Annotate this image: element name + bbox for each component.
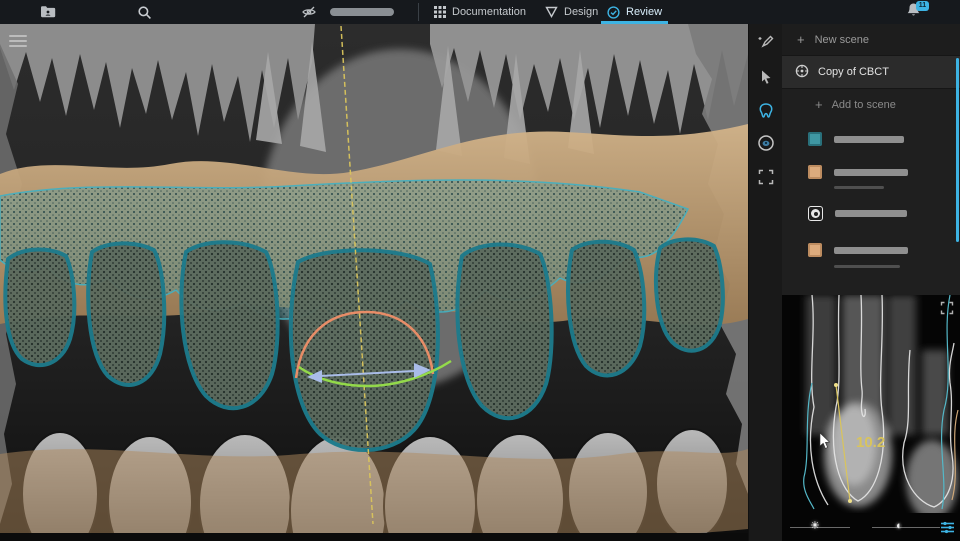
cursor-select-icon[interactable] <box>757 68 775 86</box>
contrast-icon[interactable]: ◐ <box>896 516 903 536</box>
active-tab-underline <box>601 21 668 24</box>
tab-documentation[interactable]: Documentation <box>434 0 526 24</box>
tab-label: Documentation <box>452 6 526 18</box>
layer-row-scan[interactable] <box>808 132 960 146</box>
layer-slider[interactable] <box>834 169 908 176</box>
slice-toolbar: ☀ ◐ <box>782 513 960 541</box>
3d-scene <box>0 24 748 541</box>
layer-row-tissue[interactable] <box>808 165 960 179</box>
scene-panel: + New scene Copy of CBCT + Add to scene <box>782 24 960 541</box>
layer-row-photo[interactable] <box>808 206 960 221</box>
case-folder-icon[interactable] <box>40 0 56 24</box>
adjustments-icon[interactable] <box>940 520 955 535</box>
add-to-scene-button[interactable]: + Add to scene <box>782 89 960 120</box>
eye-off-icon[interactable] <box>301 0 317 24</box>
notification-badge: 11 <box>916 1 929 11</box>
contrast-slider[interactable]: ◐ <box>872 513 940 541</box>
brightness-slider[interactable]: ☀ <box>790 513 850 541</box>
layer-slider[interactable] <box>834 247 908 254</box>
viewport-menu-button[interactable] <box>9 35 27 50</box>
search-icon[interactable] <box>137 0 152 24</box>
plus-icon: + <box>815 98 823 111</box>
panel-scrollbar[interactable] <box>956 58 959 242</box>
cbct-slice-image: 10.2 <box>782 295 960 513</box>
topbar-slider[interactable] <box>330 8 394 16</box>
topbar-divider <box>418 3 419 21</box>
layer-list <box>782 120 960 268</box>
cbct-target-icon <box>795 64 809 81</box>
slice-fullscreen-icon[interactable] <box>940 301 954 315</box>
apps-grid-icon <box>434 6 446 18</box>
review-check-icon <box>607 6 620 19</box>
layer-swatch-teal[interactable] <box>808 132 822 146</box>
plus-icon: + <box>797 33 805 46</box>
layer-swatch-tan[interactable] <box>808 165 822 179</box>
tab-label: Review <box>626 6 662 18</box>
scene-name: Copy of CBCT <box>818 66 889 78</box>
brightness-sun-icon[interactable]: ☀ <box>810 516 820 536</box>
photo-layer-icon[interactable] <box>808 206 823 221</box>
layer-swatch-tan[interactable] <box>808 243 822 257</box>
scene-item-cbct[interactable]: Copy of CBCT <box>782 56 960 89</box>
annotate-pen-icon[interactable] <box>757 32 775 50</box>
orbit-eye-icon[interactable] <box>757 134 775 152</box>
3d-viewport[interactable] <box>0 24 748 541</box>
layer-slider[interactable] <box>835 210 907 217</box>
tab-label: Design <box>564 6 598 18</box>
cbct-slice-panel[interactable]: 10.2 ☀ ◐ <box>782 295 960 541</box>
lower-tissue-wash <box>0 449 748 541</box>
measurement-value: 10.2 <box>856 434 885 451</box>
fullscreen-icon[interactable] <box>757 168 775 186</box>
viewport-bottom-strip <box>0 533 748 541</box>
new-scene-button[interactable]: + New scene <box>782 24 960 56</box>
design-nabla-icon <box>545 6 558 18</box>
layer-slider[interactable] <box>834 136 904 143</box>
tab-design[interactable]: Design <box>545 0 598 24</box>
layer-subslider[interactable] <box>834 186 884 189</box>
topbar: Documentation Design Review 11 <box>0 0 960 24</box>
tooth-icon[interactable] <box>757 102 775 120</box>
layer-row-tissue2[interactable] <box>808 243 960 257</box>
notification-bell-icon[interactable]: 11 <box>906 2 932 22</box>
add-to-scene-label: Add to scene <box>832 99 896 111</box>
new-scene-label: New scene <box>815 34 869 46</box>
app-window: Documentation Design Review 11 <box>0 0 960 541</box>
tool-strip <box>748 24 782 541</box>
layer-subslider[interactable] <box>834 265 900 268</box>
